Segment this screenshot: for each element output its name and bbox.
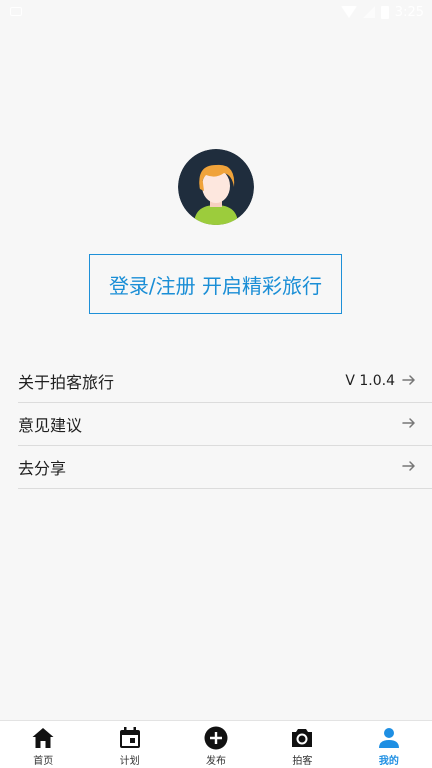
- tab-mine[interactable]: 我的: [346, 721, 432, 768]
- calendar-icon: [119, 727, 140, 748]
- tab-label: 首页: [33, 756, 54, 767]
- menu-item-label: 关于拍客旅行: [18, 373, 115, 392]
- menu-item-label: 意见建议: [18, 416, 83, 435]
- status-bar: 3:25: [0, 0, 432, 24]
- camera-icon: [292, 729, 313, 747]
- tab-label: 计划: [119, 756, 140, 767]
- profile-screen: 3:25 登录/注册 开启精彩旅行 关于拍客旅行 V 1.0.4 意见建议 去分…: [0, 0, 432, 768]
- avatar[interactable]: [178, 149, 254, 225]
- tab-plan[interactable]: 计划: [86, 721, 172, 768]
- person-icon: [378, 728, 399, 748]
- notification-icon: [10, 7, 22, 16]
- tab-paike[interactable]: 拍客: [259, 721, 345, 768]
- signal-icon: [362, 6, 375, 18]
- arrow-right-icon: [402, 418, 415, 428]
- avatar-illustration-icon: [178, 149, 254, 225]
- login-register-button[interactable]: 登录/注册 开启精彩旅行: [89, 254, 342, 314]
- menu-item-share[interactable]: 去分享: [18, 446, 432, 489]
- menu-item-label: 去分享: [18, 459, 67, 478]
- tab-home[interactable]: 首页: [0, 721, 86, 768]
- menu-item-feedback[interactable]: 意见建议: [18, 403, 432, 446]
- arrow-right-icon: [402, 375, 415, 385]
- menu-item-about[interactable]: 关于拍客旅行 V 1.0.4: [18, 360, 432, 403]
- status-icons: 3:25: [340, 4, 424, 20]
- tab-label: 拍客: [292, 756, 313, 767]
- wifi-icon: [340, 6, 357, 18]
- arrow-right-icon: [402, 461, 415, 471]
- home-icon: [32, 728, 54, 748]
- version-value: V 1.0.4: [345, 373, 395, 389]
- tab-label: 发布: [206, 756, 227, 767]
- status-time: 3:25: [394, 4, 424, 20]
- add-circle-icon: [204, 726, 228, 750]
- bottom-navigation: 首页 计划 发布 拍客 我的: [0, 720, 432, 768]
- battery-icon: [380, 5, 389, 19]
- settings-menu: 关于拍客旅行 V 1.0.4 意见建议 去分享: [18, 360, 432, 489]
- tab-publish[interactable]: 发布: [173, 721, 259, 768]
- tab-label: 我的: [378, 756, 399, 767]
